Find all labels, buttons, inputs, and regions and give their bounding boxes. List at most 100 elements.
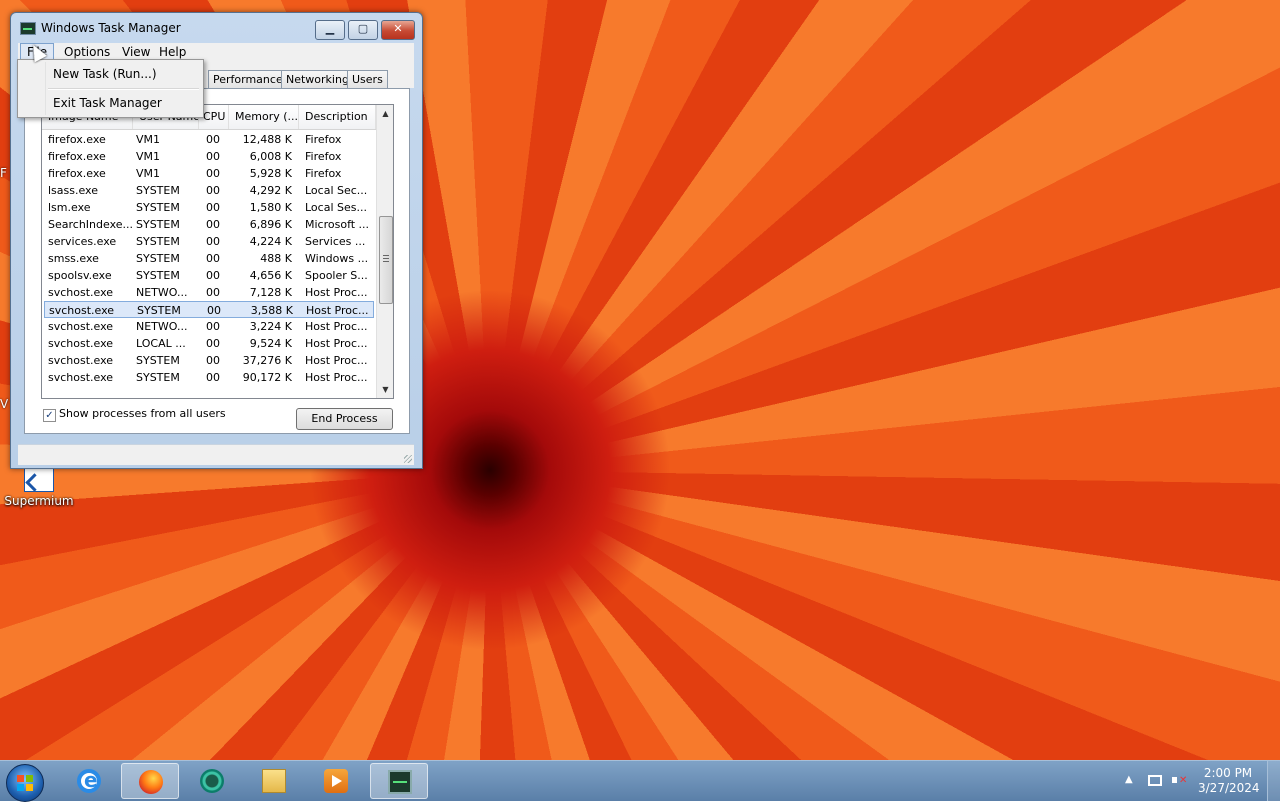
supermium-icon [200,769,224,793]
minimize-button[interactable]: ▁ [315,20,345,40]
cell-user-name: VM1 [136,133,161,146]
taskbar-button-folder[interactable] [245,763,303,799]
cell-user-name: SYSTEM [136,354,180,367]
cell-description: Firefox [305,167,342,180]
menu-item-new-task[interactable]: New Task (Run...) [53,64,157,84]
maximize-button[interactable]: ▢ [348,20,378,40]
table-row[interactable]: firefox.exe VM1 00 6,008 K Firefox [44,148,374,165]
cell-image-name: services.exe [48,235,117,248]
taskbar-button-supermium[interactable] [183,763,241,799]
maximize-icon: ▢ [357,22,369,35]
table-row[interactable]: svchost.exe SYSTEM 00 37,276 K Host Proc... [44,352,374,369]
table-row[interactable]: svchost.exe NETWO... 00 3,224 K Host Proc... [44,318,374,335]
cell-description: Microsoft ... [305,218,370,231]
cell-memory: 9,524 K [249,337,292,350]
network-icon[interactable] [1148,775,1162,786]
cell-cpu: 00 [206,269,220,282]
cell-user-name: VM1 [136,167,161,180]
volume-muted-icon[interactable] [1172,774,1187,787]
table-row[interactable]: smss.exe SYSTEM 00 488 K Windows ... [44,250,374,267]
task-manager-icon [20,22,36,35]
table-row[interactable]: svchost.exe LOCAL ... 00 9,524 K Host Proc..… [44,335,374,352]
menu-item-exit-task-manager[interactable]: Exit Task Manager [53,93,162,113]
desktop-icon-supermium[interactable]: Supermium [4,468,74,508]
show-desktop-button[interactable] [1267,761,1280,801]
taskbar: ▲ 2:00 PM 3/27/2024 [0,760,1280,802]
clock-date: 3/27/2024 [1198,781,1260,795]
tab-users[interactable]: Users [347,70,388,88]
cell-image-name: smss.exe [48,252,99,265]
cell-cpu: 00 [206,252,220,265]
processes-panel: Image Name User Name CPU Memory (... Des… [24,88,410,434]
menu-separator [48,88,199,90]
show-hidden-icons-icon[interactable]: ▲ [1125,774,1133,785]
cell-cpu: 00 [206,337,220,350]
checkmark-icon: ✓ [45,410,54,421]
process-list[interactable]: Image Name User Name CPU Memory (... Des… [41,104,394,399]
clock[interactable]: 2:00 PM 3/27/2024 [1198,766,1260,796]
taskbar-button-media-player[interactable] [307,763,365,799]
cell-user-name: SYSTEM [137,304,181,317]
show-all-users-checkbox[interactable]: ✓ [43,409,56,422]
cell-memory: 90,172 K [242,371,292,384]
cell-image-name: svchost.exe [49,304,115,317]
menu-view[interactable]: View [116,44,156,60]
resize-grip-icon[interactable] [404,455,412,463]
table-row[interactable]: services.exe SYSTEM 00 4,224 K Services ... [44,233,374,250]
close-button[interactable]: ✕ [381,20,415,40]
cell-cpu: 00 [206,184,220,197]
table-row[interactable]: spoolsv.exe SYSTEM 00 4,656 K Spooler S... [44,267,374,284]
menu-help[interactable]: Help [153,44,192,60]
cell-image-name: lsm.exe [48,201,91,214]
table-row[interactable]: SearchIndexe... SYSTEM 00 6,896 K Microsoft … [44,216,374,233]
scroll-down-arrow-icon[interactable]: ▼ [377,381,393,398]
cell-memory: 37,276 K [242,354,292,367]
taskbar-button-firefox[interactable] [121,763,179,799]
column-memory[interactable]: Memory (... [229,105,299,129]
cell-image-name: firefox.exe [48,167,106,180]
cell-cpu: 00 [206,133,220,146]
cell-user-name: NETWO... [136,320,188,333]
table-row[interactable]: lsass.exe SYSTEM 00 4,292 K Local Sec... [44,182,374,199]
close-icon: ✕ [393,22,403,35]
menu-gutter [45,62,46,115]
cell-user-name: VM1 [136,150,161,163]
tab-networking[interactable]: Networking [281,70,354,88]
table-row[interactable]: svchost.exe NETWO... 00 7,128 K Host Proc... [44,284,374,301]
cell-memory: 12,488 K [242,133,292,146]
tab-performance[interactable]: Performance [208,70,288,88]
table-row[interactable]: firefox.exe VM1 00 5,928 K Firefox [44,165,374,182]
folder-icon [262,769,286,793]
cell-cpu: 00 [206,235,220,248]
start-button[interactable] [6,764,44,802]
cell-cpu: 00 [206,286,220,299]
scroll-up-arrow-icon[interactable]: ▲ [377,105,393,122]
grip-line [383,261,389,262]
cell-cpu: 00 [206,371,220,384]
taskbar-button-task-manager[interactable] [370,763,428,799]
cell-memory: 1,580 K [249,201,292,214]
end-process-button[interactable]: End Process [296,408,393,430]
scrollbar-thumb[interactable] [379,216,393,304]
cell-memory: 3,224 K [249,320,292,333]
system-tray: ▲ 2:00 PM 3/27/2024 [1120,761,1280,801]
cell-cpu: 00 [206,201,220,214]
cell-user-name: SYSTEM [136,269,180,282]
cell-description: Host Proc... [305,320,368,333]
menu-options[interactable]: Options [58,44,116,60]
vertical-scrollbar[interactable]: ▲ ▼ [376,105,393,398]
table-row[interactable]: firefox.exe VM1 00 12,488 K Firefox [44,131,374,148]
title-bar[interactable]: Windows Task Manager ▁ ▢ ✕ [11,13,422,43]
desktop-icon-label: Supermium [4,494,74,508]
cell-description: Local Sec... [305,184,368,197]
column-description[interactable]: Description [299,105,376,129]
table-row[interactable]: lsm.exe SYSTEM 00 1,580 K Local Ses... [44,199,374,216]
cell-user-name: SYSTEM [136,218,180,231]
table-row[interactable]: svchost.exe SYSTEM 00 3,588 K Host Proc... [44,301,374,318]
table-row[interactable]: svchost.exe SYSTEM 00 90,172 K Host Proc... [44,369,374,386]
cell-description: Firefox [305,150,342,163]
task-manager-icon [388,770,412,794]
firefox-icon [139,770,163,794]
taskbar-button-internet-explorer[interactable] [60,763,118,799]
cell-description: Local Ses... [305,201,367,214]
